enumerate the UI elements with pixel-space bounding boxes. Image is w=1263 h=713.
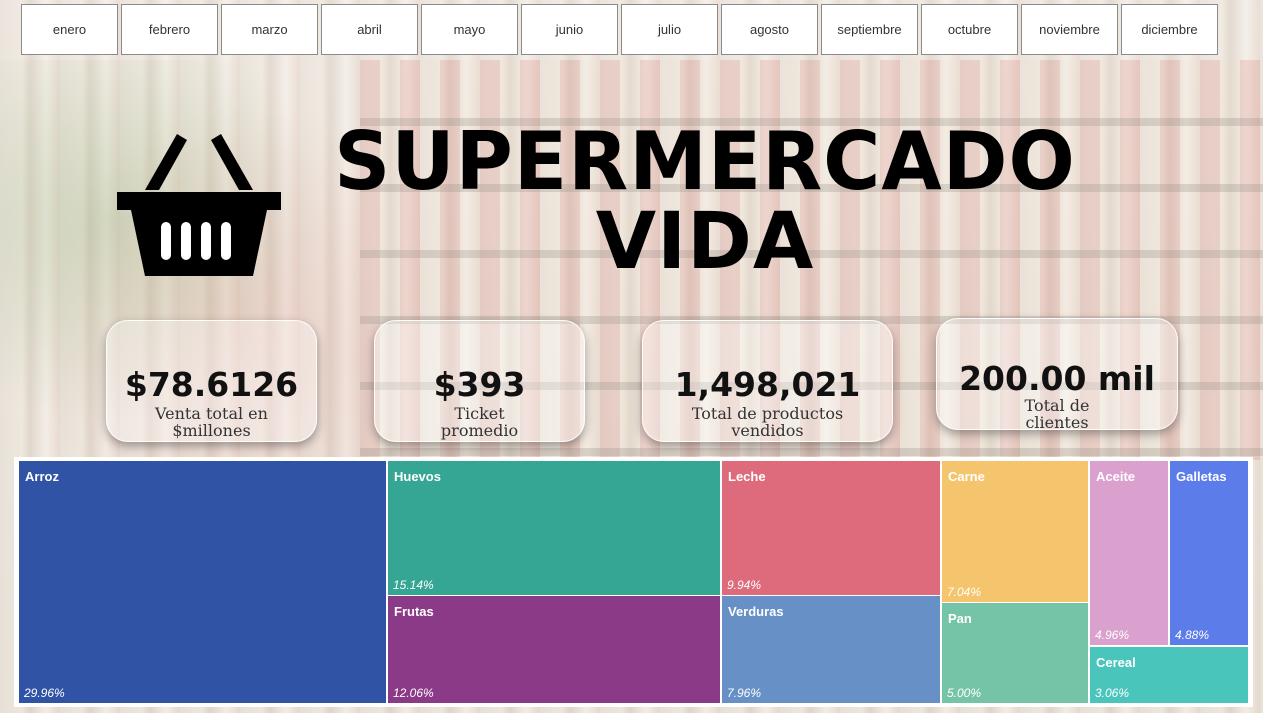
month-button-marzo[interactable]: marzo [221, 4, 318, 55]
treemap-percent-cereal: 3.06% [1095, 686, 1130, 700]
month-button-mayo[interactable]: mayo [421, 4, 518, 55]
treemap-label-arroz: Arroz [25, 469, 59, 484]
treemap-label-cereal: Cereal [1096, 655, 1136, 670]
treemap-label-carne: Carne [948, 469, 985, 484]
kpi-clients-label-line1: Total de [1024, 396, 1090, 415]
kpi-card-clients: 200.00 mil Total de clientes [936, 318, 1178, 431]
month-button-junio[interactable]: junio [521, 4, 618, 55]
treemap-label-aceite: Aceite [1096, 469, 1136, 484]
month-button-septiembre[interactable]: septiembre [821, 4, 918, 55]
treemap-tile-pan[interactable]: Pan 5.00% [942, 603, 1088, 703]
month-button-febrero[interactable]: febrero [121, 4, 218, 55]
kpi-ticket-label-line2: promedio [440, 421, 519, 440]
kpi-ticket-label-line1: Ticket [454, 404, 505, 423]
page-title: SUPERMERCADO VIDA [300, 115, 1110, 287]
month-button-agosto[interactable]: agosto [721, 4, 818, 55]
month-button-diciembre[interactable]: diciembre [1121, 4, 1218, 55]
kpi-products-label-line1: Total de productos [691, 404, 844, 423]
treemap-label-leche: Leche [728, 469, 766, 484]
treemap-label-pan: Pan [948, 611, 972, 626]
kpi-products-value: 1,498,021 [674, 365, 861, 404]
treemap-tile-aceite[interactable]: Aceite 4.96% [1090, 461, 1168, 645]
treemap-percent-aceite: 4.96% [1095, 628, 1130, 642]
kpi-ticket-label: Ticket promedio [375, 405, 584, 439]
treemap-tile-verduras[interactable]: Verduras 7.96% [722, 596, 940, 703]
month-button-abril[interactable]: abril [321, 4, 418, 55]
treemap-percent-arroz: 29.96% [24, 686, 65, 700]
month-button-julio[interactable]: julio [621, 4, 718, 55]
shopping-basket-icon [117, 134, 281, 276]
treemap-label-huevos: Huevos [394, 469, 441, 484]
treemap-percent-galletas: 4.88% [1175, 628, 1210, 642]
kpi-card-ticket: $393 Ticket promedio [374, 320, 585, 442]
kpi-clients-value: 200.00 mil [959, 359, 1155, 398]
treemap-label-galletas: Galletas [1176, 469, 1227, 484]
treemap-percent-verduras: 7.96% [727, 686, 762, 700]
treemap-tile-cereal[interactable]: Cereal 3.06% [1090, 647, 1248, 703]
treemap-tile-carne[interactable]: Carne 7.04% [942, 461, 1088, 602]
kpi-sales-label: Venta total en $millones [107, 405, 316, 439]
month-slicer: enero febrero marzo abril mayo junio jul… [21, 4, 1218, 55]
month-button-octubre[interactable]: octubre [921, 4, 1018, 55]
treemap-tile-arroz[interactable]: Arroz 29.96% [19, 461, 386, 703]
treemap-percent-leche: 9.94% [727, 578, 762, 592]
kpi-sales-label-line2: $millones [172, 421, 251, 440]
kpi-clients-label-line2: clientes [1025, 413, 1089, 432]
treemap-percent-huevos: 15.14% [393, 578, 434, 592]
treemap-label-verduras: Verduras [728, 604, 784, 619]
title-line-2: VIDA [595, 197, 815, 287]
treemap-tile-frutas[interactable]: Frutas 12.06% [388, 596, 720, 703]
treemap-label-frutas: Frutas [394, 604, 434, 619]
kpi-products-label: Total de productos vendidos [643, 405, 892, 439]
kpi-ticket-value: $393 [433, 365, 526, 404]
month-button-enero[interactable]: enero [21, 4, 118, 55]
kpi-card-sales: $78.6126 Venta total en $millones [106, 320, 317, 442]
treemap-tile-leche[interactable]: Leche 9.94% [722, 461, 940, 595]
kpi-card-products: 1,498,021 Total de productos vendidos [642, 320, 893, 442]
treemap-percent-pan: 5.00% [947, 686, 982, 700]
category-treemap: Arroz 29.96% Huevos 15.14% Frutas 12.06% Leche… [14, 457, 1253, 707]
kpi-products-label-line2: vendidos [731, 421, 804, 440]
month-button-noviembre[interactable]: noviembre [1021, 4, 1118, 55]
treemap-percent-carne: 7.04% [947, 585, 982, 599]
kpi-sales-label-line1: Venta total en [155, 404, 268, 423]
treemap-tile-galletas[interactable]: Galletas 4.88% [1170, 461, 1248, 645]
title-line-1: SUPERMERCADO [334, 115, 1076, 209]
treemap-tile-huevos[interactable]: Huevos 15.14% [388, 461, 720, 595]
kpi-clients-label: Total de clientes [937, 397, 1177, 431]
kpi-sales-value: $78.6126 [124, 365, 299, 404]
treemap-percent-frutas: 12.06% [393, 686, 434, 700]
